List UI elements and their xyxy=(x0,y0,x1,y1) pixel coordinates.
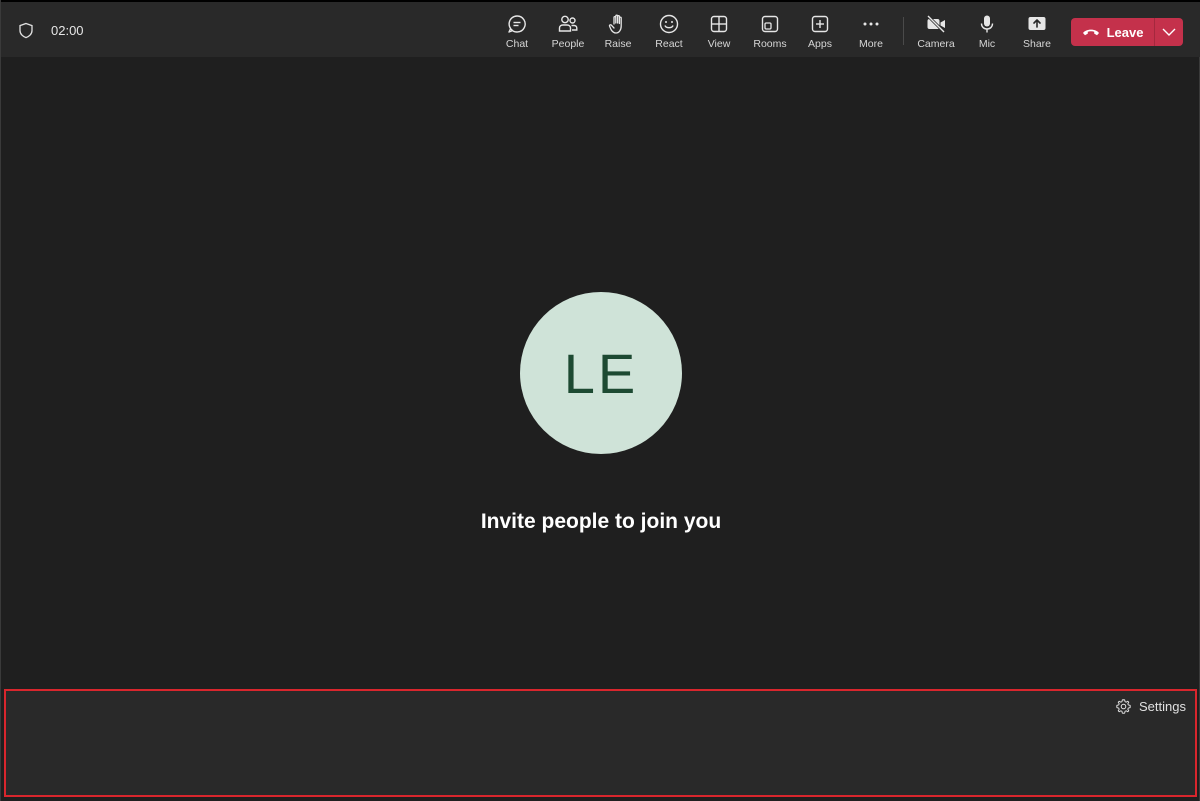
avatar-initials: LE xyxy=(563,341,639,405)
share-icon xyxy=(1028,17,1046,30)
rooms-button[interactable]: Rooms xyxy=(745,2,795,59)
mic-button[interactable]: Mic xyxy=(962,2,1012,59)
apps-label: Apps xyxy=(808,38,832,50)
view-button[interactable]: View xyxy=(694,2,744,59)
react-button[interactable]: React xyxy=(644,2,694,59)
meeting-timer: 02:00 xyxy=(51,23,84,38)
shield-icon xyxy=(19,22,33,39)
chat-button[interactable]: Chat xyxy=(492,2,542,59)
camera-off-icon xyxy=(926,14,946,34)
people-button[interactable]: People xyxy=(543,2,593,59)
hand-icon xyxy=(608,14,622,34)
share-label: Share xyxy=(1022,38,1052,50)
raise-hand-button[interactable]: Raise xyxy=(593,2,643,59)
grid-icon xyxy=(710,15,728,33)
invite-message: Invite people to join you xyxy=(480,510,722,533)
bottom-panel: Settings xyxy=(4,689,1197,797)
chat-icon xyxy=(508,15,526,33)
rooms-icon xyxy=(761,15,779,33)
rooms-label: Rooms xyxy=(753,38,787,50)
plus-box-icon xyxy=(811,15,829,33)
leave-button[interactable]: Leave xyxy=(1071,18,1154,46)
camera-label: Camera xyxy=(917,38,955,50)
camera-button[interactable]: Camera xyxy=(911,2,961,59)
hang-up-icon xyxy=(1082,29,1099,36)
react-label: React xyxy=(655,38,683,50)
more-label: More xyxy=(859,38,883,50)
avatar: LE xyxy=(520,292,682,454)
mic-icon xyxy=(980,15,994,33)
toolbar-divider xyxy=(903,17,904,45)
leave-options-dropdown[interactable] xyxy=(1155,18,1183,46)
view-label: View xyxy=(707,38,731,50)
smiley-icon xyxy=(659,14,679,34)
chevron-down-icon xyxy=(1162,28,1176,36)
mic-label: Mic xyxy=(978,38,996,50)
people-icon xyxy=(558,15,578,32)
share-button[interactable]: Share xyxy=(1012,2,1062,59)
apps-button[interactable]: Apps xyxy=(795,2,845,59)
gear-icon xyxy=(1116,699,1131,714)
chat-label: Chat xyxy=(505,38,529,50)
settings-label: Settings xyxy=(1139,699,1186,714)
settings-button[interactable]: Settings xyxy=(1115,698,1186,715)
raise-label: Raise xyxy=(604,38,632,50)
people-label: People xyxy=(551,38,585,50)
meeting-window: 02:00 Chat People Raise React View Rooms… xyxy=(0,0,1200,801)
leave-label: Leave xyxy=(1106,24,1144,40)
leave-button-group: Leave xyxy=(1071,18,1183,46)
ellipsis-icon xyxy=(863,22,879,26)
more-button[interactable]: More xyxy=(846,2,896,59)
meeting-toolbar: 02:00 Chat People Raise React View Rooms… xyxy=(1,0,1200,57)
